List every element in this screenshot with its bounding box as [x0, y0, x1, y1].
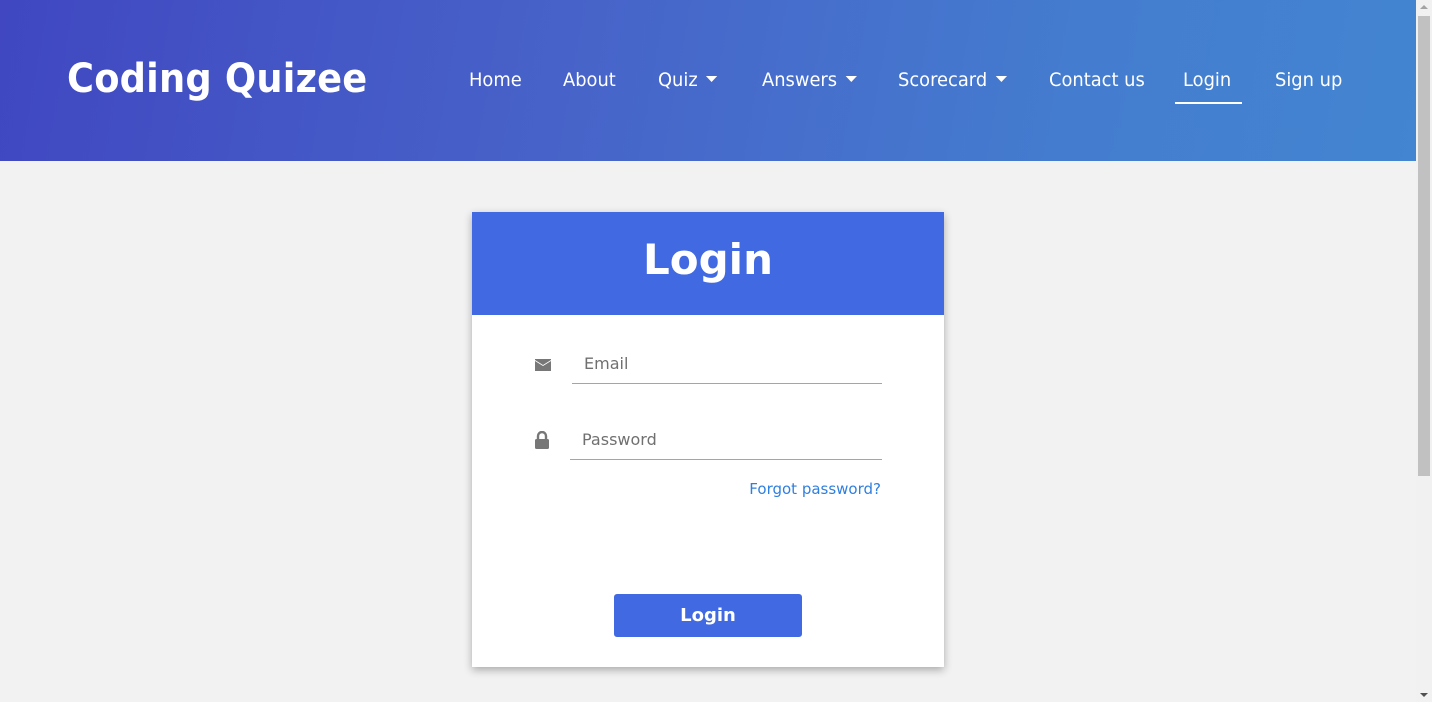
active-nav-indicator: [1175, 102, 1242, 104]
password-input[interactable]: [570, 420, 882, 460]
login-card-title: Login: [472, 212, 944, 315]
scrollbar-thumb[interactable]: [1418, 16, 1430, 476]
caret-down-icon: [845, 76, 857, 82]
lock-icon: [534, 430, 550, 455]
nav-quiz-label: Quiz: [658, 69, 698, 91]
scroll-down-icon[interactable]: [1420, 693, 1428, 697]
page: Coding Quizee Home About Quiz Answers Sc…: [0, 0, 1432, 702]
login-card: Login Forgot password? Login: [472, 212, 944, 667]
nav-answers-label: Answers: [762, 69, 838, 91]
envelope-icon: [534, 358, 552, 377]
nav-scorecard-label: Scorecard: [898, 69, 988, 91]
nav-scorecard-dropdown[interactable]: Scorecard: [898, 69, 1007, 91]
navbar: Coding Quizee Home About Quiz Answers Sc…: [0, 0, 1416, 161]
brand-logo[interactable]: Coding Quizee: [67, 56, 367, 102]
nav-contact[interactable]: Contact us: [1049, 69, 1145, 91]
email-input[interactable]: [572, 344, 882, 384]
nav-quiz-dropdown[interactable]: Quiz: [658, 69, 718, 91]
forgot-password-link[interactable]: Forgot password?: [749, 480, 881, 498]
nav-answers-dropdown[interactable]: Answers: [762, 69, 857, 91]
caret-down-icon: [706, 76, 718, 82]
vertical-scrollbar[interactable]: [1416, 0, 1432, 702]
nav-about[interactable]: About: [563, 69, 616, 91]
nav-home[interactable]: Home: [469, 69, 522, 91]
scroll-up-icon[interactable]: [1420, 5, 1428, 9]
nav-login[interactable]: Login: [1183, 69, 1231, 91]
nav-signup[interactable]: Sign up: [1275, 69, 1342, 91]
login-submit-button[interactable]: Login: [614, 594, 802, 637]
caret-down-icon: [995, 76, 1007, 82]
